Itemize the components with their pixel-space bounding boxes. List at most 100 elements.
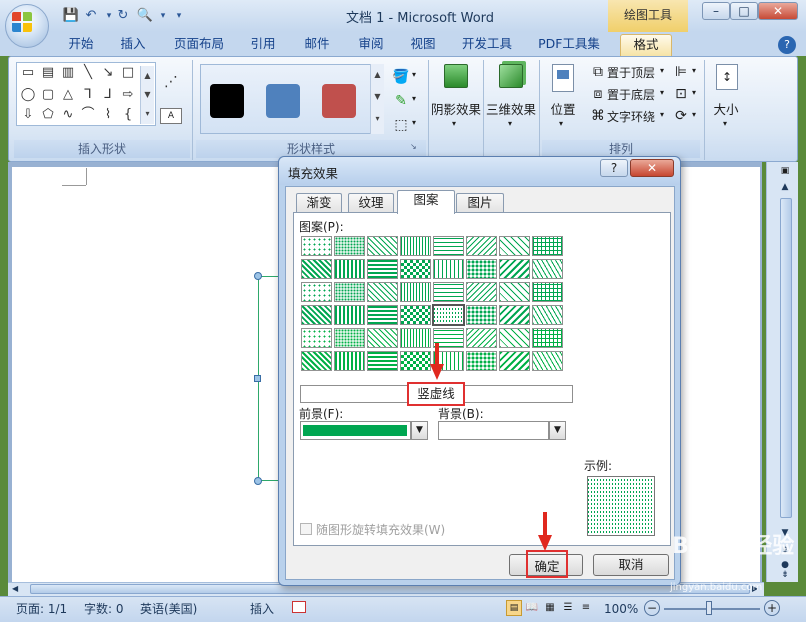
dialog-launcher-icon[interactable]: ↘ [410,142,417,151]
tab-insert[interactable]: 插入 [112,34,154,56]
tab-gradient[interactable]: 渐变 [296,193,342,213]
pattern-swatch[interactable] [433,236,464,256]
pattern-swatch[interactable] [532,236,563,256]
rotate-icon[interactable]: ⟳ [670,105,692,127]
tab-developer[interactable]: 开发工具 [456,34,518,56]
freeform-shape-icon[interactable]: ∿ [60,108,76,122]
pattern-swatch[interactable] [301,259,332,279]
zoom-slider-thumb[interactable] [706,601,712,615]
pattern-swatch[interactable] [532,305,563,325]
bring-to-front-icon[interactable]: ⧉ [587,61,609,83]
align-dropdown-icon[interactable]: ▾ [692,66,696,75]
pattern-swatch[interactable] [466,282,497,302]
shape-outline-icon[interactable]: ✎ [390,90,412,112]
tab-references[interactable]: 引用 [242,34,284,56]
text-wrapping-label[interactable]: 文字环绕 [607,108,655,125]
pattern-swatch[interactable] [532,259,563,279]
shape-gallery-scroll-icon[interactable]: ▲ ▼ ▾ [140,66,154,124]
pattern-swatch[interactable] [466,328,497,348]
shape-fill-dropdown-icon[interactable]: ▾ [412,70,416,79]
elbow-connector-icon[interactable]: ⅂ [80,88,96,102]
pattern-swatch[interactable] [499,328,530,348]
shadow-effects-dropdown-icon[interactable]: ▾ [452,119,456,128]
rectangle-shape-icon[interactable]: ▭ [20,66,36,80]
zoom-out-icon[interactable]: − [644,600,660,616]
vertical-textbox-icon[interactable]: ▥ [60,66,76,80]
pattern-swatch[interactable] [499,305,530,325]
down-arrow-shape-icon[interactable]: ⇩ [20,108,36,122]
pattern-swatch[interactable] [466,259,497,279]
web-layout-icon[interactable]: ▦ [542,600,558,616]
style-swatch-blue[interactable] [266,84,300,118]
change-shape-icon[interactable]: ⬚ [390,114,412,136]
scroll-up-icon[interactable]: ▲ [778,182,792,196]
pattern-swatch[interactable] [301,328,332,348]
style-swatch-black[interactable] [210,84,244,118]
pattern-swatch[interactable] [466,305,497,325]
tab-pdf-tools[interactable]: PDF工具集 [532,34,606,56]
3d-effects-label[interactable]: 三维效果 [485,99,537,118]
pattern-swatch[interactable] [466,351,497,371]
shadow-effects-icon[interactable] [444,64,468,88]
pattern-swatch[interactable] [367,351,398,371]
language-indicator[interactable]: 英语(美国) [140,600,197,618]
curve-shape-icon[interactable]: ⌇ [100,108,116,122]
pattern-swatch[interactable] [334,282,365,302]
align-icon[interactable]: ⊫ [670,61,692,83]
pattern-swatch[interactable] [301,282,332,302]
tab-picture[interactable]: 图片 [456,193,504,213]
pattern-grid[interactable] [301,236,567,374]
pattern-swatch[interactable] [334,328,365,348]
pattern-swatch[interactable] [400,351,431,371]
pattern-swatch[interactable] [532,282,563,302]
dialog-close-button[interactable]: ✕ [630,159,674,177]
tab-view[interactable]: 视图 [402,34,444,56]
pattern-swatch[interactable] [400,282,431,302]
customize-toolbar-icon[interactable]: ▾ [170,7,188,25]
elbow-arrow-icon[interactable]: ⅃ [100,88,116,102]
position-label[interactable]: 位置 [545,99,581,118]
tab-format[interactable]: 格式 [620,34,672,56]
print-preview-icon[interactable]: 🔍 [136,7,154,25]
resize-handle[interactable] [254,477,262,485]
save-icon[interactable]: 💾 [62,7,80,25]
bring-to-front-dropdown-icon[interactable]: ▾ [660,66,664,75]
pattern-swatch[interactable] [367,259,398,279]
zoom-in-icon[interactable]: + [764,600,780,616]
full-screen-reading-icon[interactable]: 📖 [524,600,540,616]
draft-view-icon[interactable]: ≡ [578,600,594,616]
tab-pattern[interactable]: 图案 [397,190,455,214]
group-icon[interactable]: ⊡ [670,83,692,105]
3d-effects-dropdown-icon[interactable]: ▾ [508,119,512,128]
right-arrow-shape-icon[interactable]: ⇨ [120,88,136,102]
help-icon[interactable]: ? [778,36,796,54]
vertical-scroll-thumb[interactable] [780,198,792,518]
rotate-with-shape-checkbox[interactable] [300,523,312,535]
pattern-swatch[interactable] [466,236,497,256]
cancel-button[interactable]: 取消 [593,554,669,576]
pentagon-shape-icon[interactable]: ⬠ [40,108,56,122]
macro-record-icon[interactable] [292,601,306,613]
send-to-back-dropdown-icon[interactable]: ▾ [660,88,664,97]
edit-shape-icon[interactable]: ⋰ [160,74,182,92]
pattern-swatch[interactable] [301,305,332,325]
pattern-swatch[interactable] [301,236,332,256]
print-layout-view-icon[interactable]: ▤ [506,600,522,616]
pattern-swatch[interactable] [432,304,465,326]
pattern-swatch[interactable] [367,236,398,256]
foreground-dropdown-arrow-icon[interactable]: ▼ [411,421,428,440]
size-label[interactable]: 大小 [708,99,744,118]
redo-icon[interactable]: ↻ [114,7,132,25]
pattern-swatch[interactable] [499,282,530,302]
zoom-level[interactable]: 100% [604,600,638,618]
line-shape-icon[interactable]: ╲ [80,66,96,80]
pattern-swatch[interactable] [334,236,365,256]
page-indicator[interactable]: 页面: 1/1 [16,600,67,618]
textbox-shape-icon[interactable]: ▤ [40,66,56,80]
tab-home[interactable]: 开始 [60,34,102,56]
pattern-swatch[interactable] [400,236,431,256]
bring-to-front-label[interactable]: 置于顶层 [607,64,655,81]
pattern-swatch[interactable] [334,351,365,371]
rounded-rect-icon[interactable]: ▢ [40,88,56,102]
pattern-swatch[interactable] [400,328,431,348]
